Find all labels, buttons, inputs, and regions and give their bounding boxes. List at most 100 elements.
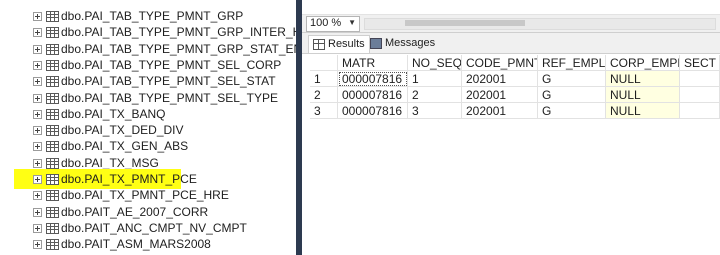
expand-icon[interactable]	[33, 240, 42, 249]
tree-item[interactable]: dbo.PAI_TAB_TYPE_PMNT_GRP	[0, 8, 296, 24]
grid-cell[interactable]: 000007816	[338, 87, 408, 103]
messages-icon	[370, 37, 382, 49]
table-icon	[46, 93, 59, 104]
results-grid[interactable]: MATR NO_SEQ CODE_PMNT REF_EMPL CORP_EMPL SECT…	[310, 54, 720, 255]
column-header[interactable]: NO_SEQ	[408, 55, 462, 71]
tree-item-label: dbo.PAI_TAB_TYPE_PMNT_GRP_INTER_HOR	[61, 25, 296, 39]
expand-icon[interactable]	[33, 110, 42, 119]
query-editor-area[interactable]	[302, 0, 720, 15]
tree-item-label: dbo.PAIT_ANC_CMPT_NV_CMPT	[61, 221, 247, 235]
scrollbar-thumb[interactable]	[405, 20, 525, 26]
results-tabs-bar: Results Messages	[302, 33, 720, 54]
table-icon	[46, 11, 59, 22]
tree-item-label: dbo.PAIT_ASM_MARS2008	[61, 237, 211, 251]
grid-icon	[313, 38, 325, 50]
expand-icon[interactable]	[33, 61, 42, 70]
tree-item[interactable]: dbo.PAI_TAB_TYPE_PMNT_GRP_INTER_HOR	[0, 24, 296, 40]
tree-item[interactable]: dbo.PAI_TX_DED_DIV	[0, 122, 296, 138]
expand-icon[interactable]	[33, 191, 42, 200]
tree-item-label: dbo.PAI_TAB_TYPE_PMNT_SEL_STAT	[61, 74, 276, 88]
table-icon	[46, 223, 59, 234]
tab-messages-label: Messages	[385, 37, 436, 49]
row-number[interactable]: 2	[310, 87, 338, 103]
expand-icon[interactable]	[33, 142, 42, 151]
expand-icon[interactable]	[33, 45, 42, 54]
tree-item[interactable]: dbo.PAI_TAB_TYPE_PMNT_GRP_STAT_ENG	[0, 41, 296, 57]
column-header[interactable]: REF_EMPL	[538, 55, 606, 71]
tree-item-label: dbo.PAIT_AE_2007_CORR	[61, 205, 209, 219]
column-header[interactable]: CORP_EMPL	[606, 55, 680, 71]
tree-item-label: dbo.PAI_TX_GEN_ABS	[61, 139, 189, 153]
table-icon	[46, 27, 59, 38]
grid-cell[interactable]: NULL	[606, 71, 680, 87]
tree-item-label: dbo.PAI_TX_MSG	[61, 156, 159, 170]
zoom-value: 100 %	[310, 17, 342, 29]
grid-cell[interactable]: 202001	[462, 103, 538, 119]
expand-icon[interactable]	[33, 94, 42, 103]
tree-item[interactable]: dbo.PAIT_ANC_CMPT_NV_CMPT	[0, 220, 296, 236]
object-explorer: dbo.PAI_TAB_TYPE_PMNT_GRP dbo.PAI_TAB_TYP…	[0, 0, 296, 255]
tree-item-label: dbo.PAI_TX_DED_DIV	[61, 123, 184, 137]
table-icon	[46, 141, 59, 152]
tree-item[interactable]: dbo.PAIT_ASM_MARS2008	[0, 236, 296, 252]
tab-results-label: Results	[328, 38, 365, 50]
grid-cell[interactable]	[680, 103, 720, 119]
chevron-down-icon: ▼	[348, 18, 356, 27]
row-number[interactable]: 1	[310, 71, 338, 87]
grid-cell[interactable]: 202001	[462, 87, 538, 103]
tree-item[interactable]: dbo.PAI_TX_PMNT_PCE	[0, 169, 296, 189]
expand-icon[interactable]	[33, 28, 42, 37]
table-icon	[46, 109, 59, 120]
tree-item-label: dbo.PAI_TX_PMNT_PCE_HRE	[61, 188, 229, 202]
tree-item[interactable]: dbo.PAI_TAB_TYPE_PMNT_SEL_CORP	[0, 57, 296, 73]
tree-item-label: dbo.PAI_TAB_TYPE_PMNT_SEL_CORP	[61, 58, 282, 72]
grid-cell[interactable]: 3	[408, 103, 462, 119]
grid-cell[interactable]: 1	[408, 71, 462, 87]
table-icon	[46, 125, 59, 136]
grid-corner[interactable]	[310, 55, 338, 71]
expand-icon[interactable]	[33, 12, 42, 21]
tree-item-label: dbo.PAI_TAB_TYPE_PMNT_GRP	[61, 9, 244, 23]
tree-item-label: dbo.PAI_TAB_TYPE_PMNT_GRP_STAT_ENG	[61, 42, 296, 56]
tree-item[interactable]: dbo.PAI_TAB_TYPE_PMNT_SEL_STAT	[0, 73, 296, 89]
grid-cell[interactable]: G	[538, 103, 606, 119]
tree-item-label: dbo.PAI_TX_PMNT_PCE	[61, 172, 197, 186]
table-icon	[46, 44, 59, 55]
table-icon	[46, 174, 59, 185]
zoom-bar: 100 % ▼	[302, 15, 720, 33]
grid-cell[interactable]	[680, 87, 720, 103]
tab-results[interactable]: Results	[308, 35, 370, 53]
zoom-dropdown[interactable]: 100 % ▼	[306, 16, 360, 32]
grid-cell[interactable]: 000007816	[338, 103, 408, 119]
table-icon	[46, 190, 59, 201]
tree-item[interactable]: dbo.PAIT_AE_2007_CORR	[0, 204, 296, 220]
expand-icon[interactable]	[33, 208, 42, 217]
column-header[interactable]: MATR	[338, 55, 408, 71]
expand-icon[interactable]	[33, 159, 42, 168]
grid-cell[interactable]: 2	[408, 87, 462, 103]
grid-cell[interactable]: 000007816	[338, 71, 408, 87]
tree-item[interactable]: dbo.PAI_TX_GEN_ABS	[0, 138, 296, 154]
tree-item-label: dbo.PAI_TX_BANQ	[61, 107, 166, 121]
grid-cell[interactable]	[680, 71, 720, 87]
tree-item[interactable]: dbo.PAI_TX_PMNT_PCE_HRE	[0, 187, 296, 203]
tree-item[interactable]: dbo.PAI_TAB_TYPE_PMNT_SEL_TYPE	[0, 90, 296, 106]
table-icon	[46, 60, 59, 71]
tab-messages[interactable]: Messages	[366, 35, 439, 52]
grid-cell[interactable]: NULL	[606, 87, 680, 103]
grid-cell[interactable]: G	[538, 87, 606, 103]
expand-icon[interactable]	[33, 224, 42, 233]
tree-item[interactable]: dbo.PAI_TX_BANQ	[0, 106, 296, 122]
grid-cell[interactable]: 202001	[462, 71, 538, 87]
column-header[interactable]: CODE_PMNT	[462, 55, 538, 71]
horizontal-scrollbar[interactable]	[364, 18, 716, 30]
grid-cell[interactable]: NULL	[606, 103, 680, 119]
tree-item-label: dbo.PAI_TAB_TYPE_PMNT_SEL_TYPE	[61, 91, 278, 105]
table-icon	[46, 76, 59, 87]
expand-icon[interactable]	[33, 175, 42, 184]
expand-icon[interactable]	[33, 126, 42, 135]
row-number[interactable]: 3	[310, 103, 338, 119]
grid-cell[interactable]: G	[538, 71, 606, 87]
expand-icon[interactable]	[33, 77, 42, 86]
column-header[interactable]: SECT	[680, 55, 720, 71]
